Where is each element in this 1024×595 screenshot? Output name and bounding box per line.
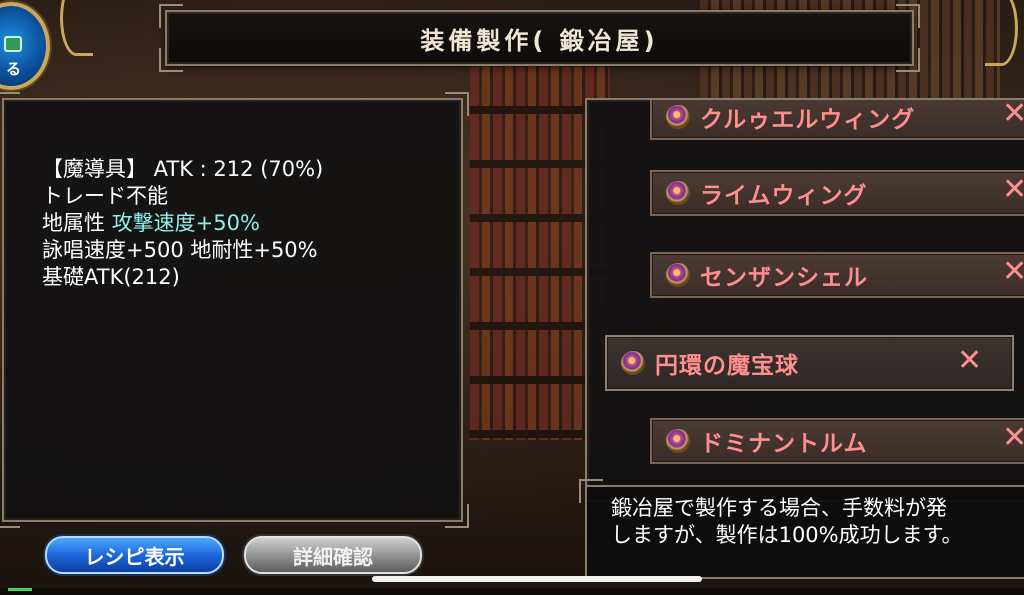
frame-corner xyxy=(445,504,469,528)
page-title: 装備製作( 鍛冶屋) xyxy=(420,26,659,55)
frame-corner xyxy=(579,479,603,503)
frame-corner xyxy=(587,100,603,116)
frame-corner xyxy=(0,504,20,528)
recipe-item-selected[interactable]: 円環の魔宝球 ✕ xyxy=(605,335,1014,391)
recipe-item-label: クルゥエルウィング xyxy=(700,107,916,133)
detail-element: 地属性 xyxy=(42,211,112,235)
frame-corner xyxy=(0,92,20,116)
detail-line-cast: 詠唱速度+500 地耐性+50% xyxy=(42,238,318,262)
home-indicator[interactable] xyxy=(372,576,702,582)
recipe-item[interactable]: クルゥエルウィング ✕ xyxy=(650,100,1024,140)
back-icon xyxy=(4,36,22,52)
recipe-item[interactable]: ドミナントルム ✕ xyxy=(650,418,1024,464)
recipe-item[interactable]: センザンシェル ✕ xyxy=(650,252,1024,298)
info-line: しますが、製作は100%成功します。 xyxy=(611,523,963,547)
close-icon[interactable]: ✕ xyxy=(1002,172,1024,207)
info-message-box: 鍛冶屋で製作する場合、手数料が発 しますが、製作は100%成功します。 xyxy=(579,479,1024,579)
ornament-left xyxy=(60,0,93,56)
orb-icon xyxy=(666,263,690,287)
frame-corner xyxy=(896,4,920,28)
recipe-item-label: ライムウィング xyxy=(700,183,868,209)
recipe-item-label: 円環の魔宝球 xyxy=(655,353,799,379)
detail-line-type-atk: 【魔導具】 ATK : 212 (70%) xyxy=(42,157,324,181)
info-message: 鍛冶屋で製作する場合、手数料が発 しますが、製作は100%成功します。 xyxy=(611,495,963,549)
progress-indicator xyxy=(8,588,32,591)
recipe-item-label: ドミナントルム xyxy=(700,431,868,457)
frame-corner xyxy=(159,48,183,72)
detail-line-trade: トレード不能 xyxy=(42,184,168,208)
detail-line-attributes: 地属性 攻撃速度+50% xyxy=(42,210,323,237)
back-button-label: る xyxy=(6,60,22,78)
header-bar: 装備製作( 鍛冶屋) xyxy=(159,4,920,72)
detail-line-base-atk: 基礎ATK(212) xyxy=(42,265,180,289)
orb-icon xyxy=(666,105,690,129)
close-icon[interactable]: ✕ xyxy=(1002,100,1024,131)
frame-corner xyxy=(159,4,183,28)
frame-corner xyxy=(445,92,469,116)
show-recipe-button[interactable]: レシピ表示 xyxy=(45,536,224,574)
orb-icon xyxy=(666,181,690,205)
item-detail-text: 【魔導具】 ATK : 212 (70%) トレード不能 地属性 攻撃速度+50… xyxy=(42,156,323,291)
ornament-right xyxy=(985,0,1018,66)
orb-icon xyxy=(621,351,645,375)
close-icon[interactable]: ✕ xyxy=(1002,254,1024,289)
details-button[interactable]: 詳細確認 xyxy=(244,536,422,574)
close-icon[interactable]: ✕ xyxy=(957,343,982,378)
recipe-item[interactable]: ライムウィング ✕ xyxy=(650,170,1024,216)
orb-icon xyxy=(666,429,690,453)
close-icon[interactable]: ✕ xyxy=(1002,420,1024,455)
detail-attack-speed: 攻撃速度+50% xyxy=(111,211,260,235)
bottom-strip xyxy=(0,588,1024,595)
recipe-list-panel[interactable]: クルゥエルウィング ✕ ライムウィング ✕ センザンシェル ✕ 円環の魔宝球 ✕… xyxy=(585,98,1024,502)
frame-corner xyxy=(896,48,920,72)
back-button[interactable]: る xyxy=(0,2,50,90)
item-detail-panel: 【魔導具】 ATK : 212 (70%) トレード不能 地属性 攻撃速度+50… xyxy=(0,92,469,528)
recipe-item-label: センザンシェル xyxy=(700,265,868,291)
info-line: 鍛冶屋で製作する場合、手数料が発 xyxy=(611,496,947,520)
